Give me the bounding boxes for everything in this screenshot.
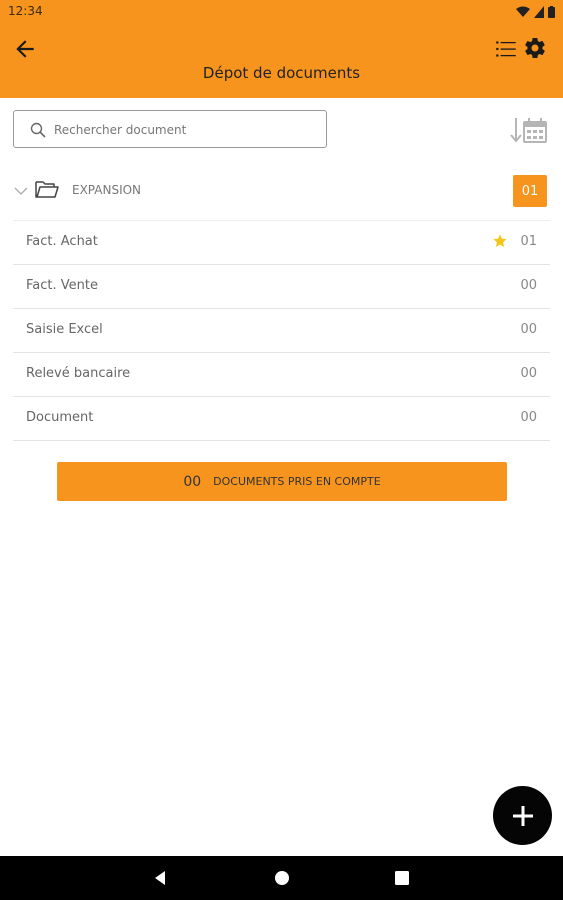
chevron-down-icon[interactable] <box>14 186 28 196</box>
status-icons <box>516 4 555 20</box>
list-view-button[interactable] <box>493 36 519 62</box>
battery-icon <box>548 6 555 18</box>
status-bar: 12:34 <box>0 0 563 24</box>
arrow-back-icon <box>16 40 34 58</box>
list-item-label: Fact. Vente <box>26 278 98 293</box>
list-item[interactable]: Relevé bancaire 00 <box>13 353 550 397</box>
sort-by-date-button[interactable] <box>510 116 548 144</box>
list-icon <box>496 41 516 57</box>
summary-label: DOCUMENTS PRIS EN COMPTE <box>213 475 381 488</box>
gear-icon <box>525 38 545 59</box>
list-item[interactable]: Fact. Vente 00 <box>13 265 550 309</box>
documents-summary-button[interactable]: 00 DOCUMENTS PRIS EN COMPTE <box>57 462 507 501</box>
plus-icon <box>512 805 533 826</box>
list-item-count: 00 <box>520 366 537 381</box>
folder-open-icon <box>35 181 59 198</box>
list-item[interactable]: Document 00 <box>13 397 550 441</box>
wifi-icon <box>516 6 530 17</box>
search-icon <box>30 122 46 138</box>
list-item[interactable]: Fact. Achat 01 <box>13 220 550 265</box>
list-item-count: 00 <box>520 278 537 293</box>
folder-row[interactable]: EXPANSION 01 <box>0 172 563 212</box>
folder-count-badge: 01 <box>513 175 547 207</box>
search-box[interactable] <box>13 110 327 148</box>
sort-by-date-icon <box>510 118 547 143</box>
list-item[interactable]: Saisie Excel 00 <box>13 309 550 353</box>
search-input[interactable] <box>54 120 314 140</box>
list-item-label: Relevé bancaire <box>26 366 131 381</box>
page-title: Dépot de documents <box>202 64 361 82</box>
back-button[interactable] <box>12 36 38 62</box>
list-item-label: Document <box>26 410 94 425</box>
app-bar: Dépot de documents <box>0 24 563 98</box>
list-item-label: Saisie Excel <box>26 322 103 337</box>
signal-icon <box>534 6 544 18</box>
document-list: Fact. Achat 01 Fact. Vente 00 Saisie Exc… <box>13 220 550 441</box>
list-item-count: 00 <box>520 322 537 337</box>
status-time: 12:34 <box>8 4 43 18</box>
add-document-button[interactable] <box>493 786 552 845</box>
nav-back-icon[interactable] <box>152 870 168 886</box>
list-item-count: 00 <box>520 410 537 425</box>
star-icon[interactable] <box>492 233 508 249</box>
folder-name: EXPANSION <box>72 183 142 197</box>
system-nav-bar <box>0 856 563 900</box>
list-item-count: 01 <box>520 234 537 249</box>
nav-recents-icon[interactable] <box>394 870 410 886</box>
settings-button[interactable] <box>523 36 549 62</box>
nav-home-icon[interactable] <box>274 870 290 886</box>
list-item-label: Fact. Achat <box>26 234 98 249</box>
summary-count: 00 <box>183 473 202 490</box>
